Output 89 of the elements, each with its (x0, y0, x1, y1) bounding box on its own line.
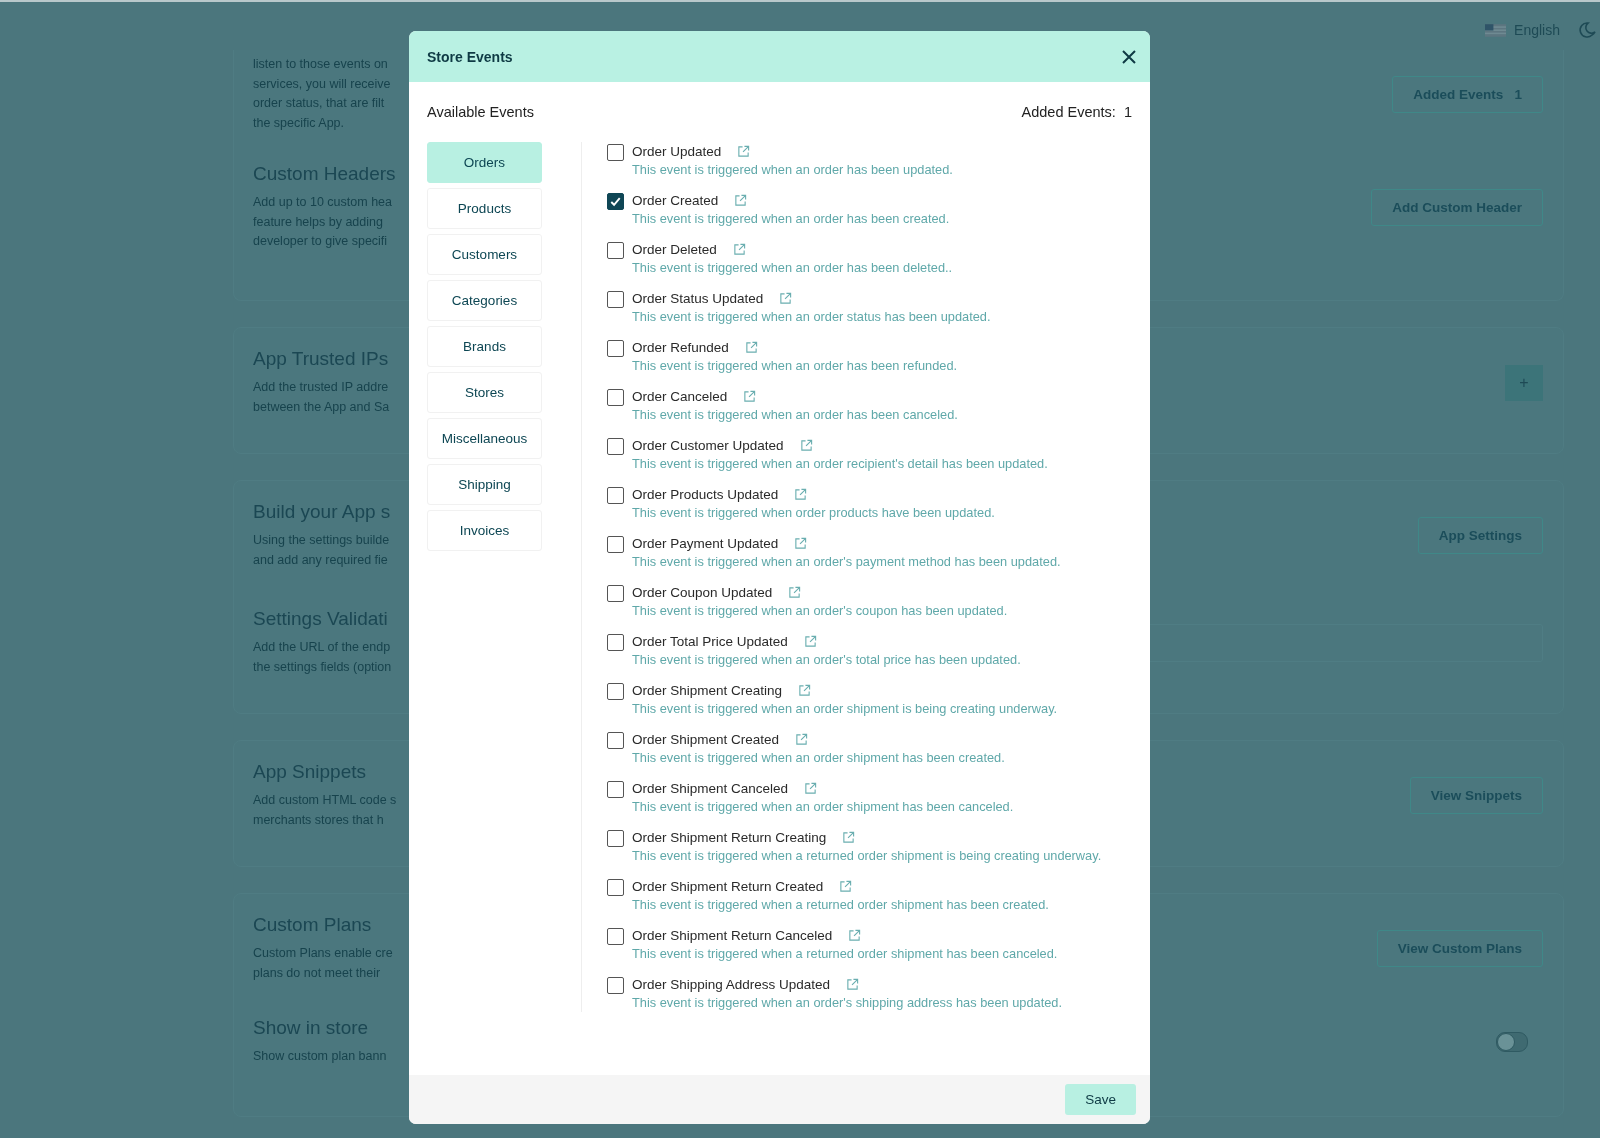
checkbox[interactable] (607, 291, 624, 308)
checkbox[interactable] (607, 879, 624, 896)
category-tab[interactable]: Invoices (427, 510, 542, 551)
event-description: This event is triggered when an order recipient's detail has been updated. (632, 455, 1049, 473)
event-name: Order Deleted (632, 241, 717, 257)
checkbox[interactable] (607, 683, 624, 700)
external-link-icon[interactable] (734, 193, 748, 207)
checkbox[interactable] (607, 585, 624, 602)
external-link-icon[interactable] (779, 291, 793, 305)
event-description: This event is triggered when an order's shipping address has been updated. (632, 994, 1063, 1012)
event-name: Order Status Updated (632, 290, 764, 306)
checkbox[interactable] (607, 781, 624, 798)
category-tab[interactable]: Categories (427, 280, 542, 321)
event-name: Order Shipping Address Updated (632, 976, 831, 992)
event-description: This event is triggered when order products have been updated. (632, 504, 996, 522)
event-description: This event is triggered when an order shipment has been created. (632, 749, 1006, 767)
checkbox[interactable] (607, 487, 624, 504)
event-name: Order Payment Updated (632, 535, 779, 551)
event-name: Order Shipment Creating (632, 682, 783, 698)
external-link-icon[interactable] (798, 683, 812, 697)
checkbox[interactable] (607, 732, 624, 749)
event-name: Order Shipment Return Creating (632, 829, 827, 845)
event-description: This event is triggered when an order shipment has been canceled. (632, 798, 1015, 816)
added-events-count: Added Events: 1 (1021, 104, 1132, 120)
moon-icon[interactable] (1578, 20, 1598, 40)
checkbox[interactable] (607, 389, 624, 406)
external-link-icon[interactable] (795, 732, 809, 746)
event-name: Order Updated (632, 143, 722, 159)
event-name: Order Shipment Canceled (632, 780, 789, 796)
event-name: Order Refunded (632, 339, 729, 355)
event-description: This event is triggered when an order has been created. (632, 210, 951, 228)
event-description: This event is triggered when an order has been updated. (632, 161, 954, 179)
category-tab[interactable]: Brands (427, 326, 542, 367)
event-description: This event is triggered when an order has been refunded. (632, 357, 959, 375)
event-description: This event is triggered when an order has been canceled. (632, 406, 959, 424)
external-link-icon[interactable] (846, 977, 860, 991)
external-link-icon[interactable] (842, 830, 856, 844)
checkbox[interactable] (607, 438, 624, 455)
available-events-heading: Available Events (427, 104, 534, 120)
checkbox[interactable] (607, 977, 624, 994)
category-tab[interactable]: Miscellaneous (427, 418, 542, 459)
checkbox[interactable] (607, 144, 624, 161)
event-description: This event is triggered when a returned order shipment has been canceled. (632, 945, 1059, 963)
checkbox[interactable] (607, 830, 624, 847)
category-tab[interactable]: Stores (427, 372, 542, 413)
category-tab[interactable]: Customers (427, 234, 542, 275)
external-link-icon[interactable] (743, 389, 757, 403)
flag-icon (1485, 23, 1507, 37)
event-name: Order Created (632, 192, 719, 208)
external-link-icon[interactable] (737, 144, 751, 158)
external-link-icon[interactable] (803, 634, 817, 648)
checkbox[interactable] (607, 340, 624, 357)
event-name: Order Customer Updated (632, 437, 784, 453)
checkbox[interactable] (607, 193, 624, 210)
close-icon[interactable] (1122, 49, 1136, 64)
event-description: This event is triggered when an order status has been updated. (632, 308, 992, 326)
event-name: Order Coupon Updated (632, 584, 773, 600)
checkbox[interactable] (607, 928, 624, 945)
category-tab[interactable]: Products (427, 188, 542, 229)
external-link-icon[interactable] (839, 879, 853, 893)
save-button[interactable]: Save (1065, 1084, 1136, 1115)
category-tab[interactable]: Shipping (427, 464, 542, 505)
dialog-title: Store Events (427, 48, 513, 65)
event-name: Order Total Price Updated (632, 633, 788, 649)
event-description: This event is triggered when an order has been deleted.. (632, 259, 954, 277)
external-link-icon[interactable] (794, 536, 808, 550)
event-description: This event is triggered when a returned order shipment has been created. (632, 896, 1050, 914)
event-name: Order Shipment Created (632, 731, 780, 747)
external-link-icon[interactable] (799, 438, 813, 452)
checkbox[interactable] (607, 242, 624, 259)
event-name: Order Canceled (632, 388, 728, 404)
toggle-switch[interactable] (1496, 1031, 1528, 1052)
external-link-icon[interactable] (744, 340, 758, 354)
event-description: This event is triggered when a returned order shipment is being creating underway. (632, 847, 1103, 865)
event-name: Order Shipment Return Created (632, 878, 824, 894)
event-name: Order Shipment Return Canceled (632, 927, 833, 943)
external-link-icon[interactable] (804, 781, 818, 795)
event-description: This event is triggered when an order's payment method has been updated. (632, 553, 1062, 571)
checkbox[interactable] (607, 536, 624, 553)
external-link-icon[interactable] (788, 585, 802, 599)
external-link-icon[interactable] (794, 487, 808, 501)
event-description: This event is triggered when an order's total price has been updated. (632, 651, 1022, 669)
category-tab[interactable]: Orders (427, 142, 542, 183)
event-description: This event is triggered when an order's coupon has been updated. (632, 602, 1009, 620)
external-link-icon[interactable] (848, 928, 862, 942)
external-link-icon[interactable] (732, 242, 746, 256)
event-name: Order Products Updated (632, 486, 779, 502)
checkbox[interactable] (607, 634, 624, 651)
event-description: This event is triggered when an order shipment is being creating underway. (632, 700, 1059, 718)
